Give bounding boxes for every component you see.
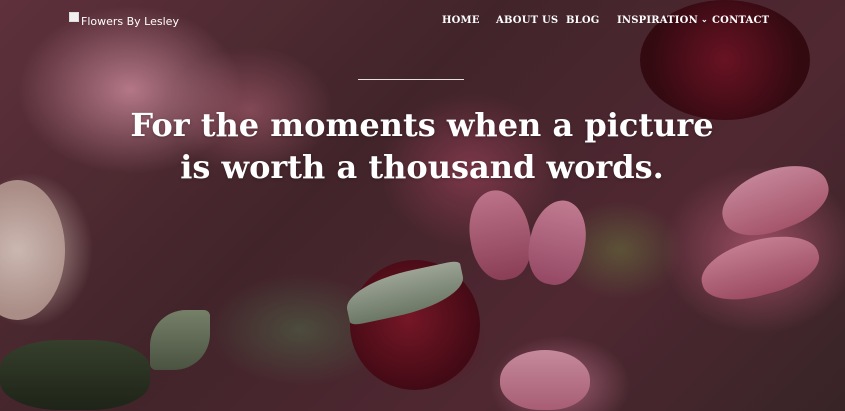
protea-shape bbox=[521, 195, 594, 290]
leaf-shape bbox=[150, 310, 210, 370]
leaf-shape bbox=[341, 259, 469, 327]
top-navigation: Flowers By Lesley HOME ABOUT US BLOG INS… bbox=[0, 0, 845, 44]
hero-divider bbox=[358, 79, 464, 80]
nav-item-contact[interactable]: CONTACT bbox=[712, 15, 769, 26]
protea-shape bbox=[500, 350, 590, 410]
nav-item-inspiration-label: INSPIRATION bbox=[617, 15, 698, 26]
nav-item-home[interactable]: HOME bbox=[442, 15, 480, 26]
chevron-down-icon: ⌄ bbox=[700, 14, 708, 24]
hero-headline: For the moments when a picture is worth … bbox=[112, 104, 732, 188]
rose-shape bbox=[350, 260, 480, 390]
protea-shape bbox=[462, 185, 538, 285]
leaf-shape bbox=[0, 340, 150, 410]
main-menu: HOME ABOUT US BLOG INSPIRATION ⌄ CONTACT bbox=[0, 14, 845, 29]
nav-item-inspiration[interactable]: INSPIRATION ⌄ bbox=[617, 14, 708, 26]
nav-item-about-us[interactable]: ABOUT US bbox=[496, 15, 558, 26]
hero-headline-line1: For the moments when a picture bbox=[130, 106, 714, 144]
protea-shape bbox=[694, 225, 826, 310]
hero-headline-line2: is worth a thousand words. bbox=[180, 148, 664, 186]
nav-item-blog[interactable]: BLOG bbox=[566, 15, 600, 26]
hero-background bbox=[0, 0, 845, 411]
rose-shape bbox=[0, 180, 65, 320]
